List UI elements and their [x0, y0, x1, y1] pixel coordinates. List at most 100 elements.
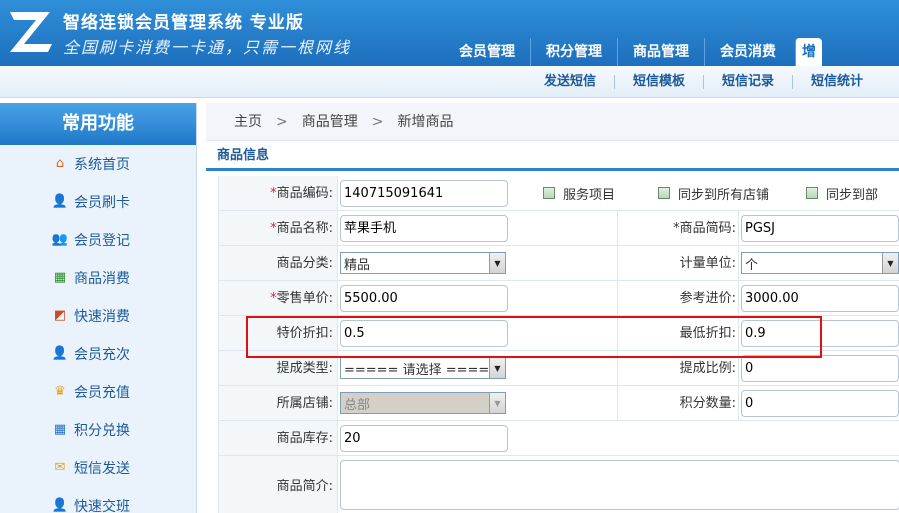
stock-input[interactable]: 20	[340, 424, 508, 452]
subnav-sms-template[interactable]: 短信模板	[613, 75, 703, 89]
sidebar-item-label: 快速消费	[74, 309, 130, 325]
sidebar-item-quick-consume[interactable]: ◩ 快速消费	[0, 297, 196, 335]
sync-all-stores-checkbox[interactable]: 同步到所有店铺	[658, 184, 769, 203]
subnav-send-sms[interactable]: 发送短信	[526, 75, 614, 89]
points-input[interactable]: 0	[741, 389, 899, 417]
product-form: *商品编码: 140715091641 服务项目 同步到所有店铺 同步到部 *商…	[218, 176, 899, 513]
commission-ratio-cell: 0	[738, 351, 899, 385]
stock-label: 商品库存:	[218, 421, 338, 455]
subnav-sms-records[interactable]: 短信记录	[702, 75, 792, 89]
member-recharge-icon: 👤	[51, 346, 69, 361]
sidebar-item-quick-shift[interactable]: 👤 快速交班	[0, 487, 196, 513]
form-row: *零售单价: 5500.00 参考进价: 3000.00	[218, 281, 899, 316]
form-row: 商品简介:	[218, 456, 899, 513]
tab-product-management[interactable]: 商品管理	[617, 38, 704, 66]
category-cell: 精品 ▼	[338, 246, 618, 280]
commission-type-cell: ===== 请选择 ===== ▼	[338, 351, 618, 385]
chart-icon: ◩	[53, 308, 67, 323]
tab-member-management[interactable]: 会员管理	[444, 38, 530, 66]
commission-ratio-label: 提成比例:	[679, 361, 736, 376]
form-row: *商品编码: 140715091641 服务项目 同步到所有店铺 同步到部	[218, 176, 899, 211]
min-discount-label: 最低折扣:	[679, 326, 736, 341]
store-select: 总部 ▼	[340, 392, 506, 414]
top-nav: 会员管理 积分管理 商品管理 会员消费 增	[444, 38, 822, 66]
breadcrumb-home[interactable]: 主页	[234, 114, 262, 130]
tab-value-added[interactable]: 增	[795, 38, 822, 66]
chevron-down-icon: ▼	[489, 253, 505, 273]
retail-price-input[interactable]: 5500.00	[340, 284, 508, 312]
retail-price-label: *零售单价:	[218, 281, 338, 315]
unit-select[interactable]: 个 ▼	[741, 252, 899, 274]
sidebar-item-label: 商品消费	[74, 271, 130, 287]
product-name-input[interactable]: 苹果手机	[340, 214, 508, 242]
user-shift-icon: 👤	[51, 498, 69, 513]
form-row: 商品库存: 20	[218, 421, 899, 456]
service-item-checkbox[interactable]: 服务项目	[543, 184, 615, 203]
points-label: 积分数量:	[679, 396, 736, 411]
product-abbr-input[interactable]: PGSJ	[741, 214, 899, 242]
sidebar-item-label: 积分兑换	[74, 423, 130, 439]
sidebar-item-member-recharge-times[interactable]: 👤 会员充次	[0, 335, 196, 373]
chevron-right-icon: >	[276, 114, 288, 130]
breadcrumb-product-management[interactable]: 商品管理	[302, 114, 358, 130]
retail-cell: 5500.00	[338, 281, 618, 315]
sidebar-item-member-register[interactable]: 👥 会员登记	[0, 221, 196, 259]
special-discount-input[interactable]: 0.5	[340, 319, 508, 347]
unit-cell: 个 ▼	[738, 246, 899, 280]
checkbox-icon	[543, 187, 555, 199]
breadcrumb: 主页 > 商品管理 > 新增商品	[206, 103, 899, 141]
min-discount-cell: 0.9	[738, 316, 899, 350]
tab-member-consumption[interactable]: 会员消费	[704, 38, 791, 66]
category-select[interactable]: 精品 ▼	[340, 252, 506, 274]
sidebar-item-label: 会员充值	[74, 385, 130, 401]
sidebar-item-sms-send[interactable]: ✉ 短信发送	[0, 449, 196, 487]
sidebar-item-home[interactable]: ⌂ 系统首页	[0, 145, 196, 183]
store-label: 所属店铺:	[218, 386, 338, 420]
sidebar-item-label: 快速交班	[74, 499, 130, 513]
sidebar-item-product-consume[interactable]: ▦ 商品消费	[0, 259, 196, 297]
special-discount-cell: 0.5	[338, 316, 618, 350]
ref-price-cell: 3000.00	[738, 281, 899, 315]
commission-type-select[interactable]: ===== 请选择 ===== ▼	[340, 357, 506, 379]
form-row: 所属店铺: 总部 ▼ 积分数量: 0	[218, 386, 899, 421]
ref-price-input[interactable]: 3000.00	[741, 284, 899, 312]
sidebar-item-member-card[interactable]: 👤 会员刷卡	[0, 183, 196, 221]
name-label: *商品名称:	[218, 211, 338, 245]
section-title: 商品信息	[206, 141, 899, 171]
sidebar-item-label: 会员充次	[74, 347, 130, 363]
chevron-down-icon: ▼	[489, 393, 505, 413]
app-title: 智络连锁会员管理系统 专业版	[63, 13, 304, 33]
logo-icon	[10, 12, 52, 52]
product-code-input[interactable]: 140715091641	[340, 179, 508, 207]
store-cell: 总部 ▼	[338, 386, 618, 420]
sidebar-item-label: 会员登记	[74, 233, 130, 249]
subnav-sms-stats[interactable]: 短信统计	[791, 75, 881, 89]
sidebar-item-label: 短信发送	[74, 461, 130, 477]
unit-label: 计量单位:	[679, 256, 736, 271]
checkbox-icon	[658, 187, 671, 199]
form-row: 特价折扣: 0.5 最低折扣: 0.9	[218, 316, 899, 351]
form-row: *商品名称: 苹果手机 *商品简码: PGSJ	[218, 211, 899, 246]
sidebar-item-points-exchange[interactable]: ▦ 积分兑换	[0, 411, 196, 449]
envelope-icon: ✉	[54, 460, 66, 475]
special-discount-label: 特价折扣:	[218, 316, 338, 350]
member-card-icon: 👤	[51, 194, 69, 209]
form-row: 商品分类: 精品 ▼ 计量单位: 个 ▼	[218, 246, 899, 281]
chevron-down-icon: ▼	[489, 358, 505, 378]
sidebar-item-label: 会员刷卡	[74, 195, 130, 211]
tab-points-management[interactable]: 积分管理	[530, 38, 617, 66]
min-discount-input[interactable]: 0.9	[741, 319, 899, 347]
checkbox-icon	[806, 187, 819, 199]
breadcrumb-current: 新增商品	[397, 114, 454, 130]
intro-cell	[338, 456, 899, 513]
chevron-down-icon: ▼	[882, 253, 898, 273]
product-intro-textarea[interactable]	[340, 460, 899, 510]
commission-type-label: 提成类型:	[218, 351, 338, 385]
app-header: 智络连锁会员管理系统 专业版 全国刷卡消费一卡通，只需一根网线 会员管理 积分管…	[0, 0, 899, 66]
commission-ratio-input[interactable]: 0	[741, 354, 899, 382]
chevron-right-icon: >	[371, 114, 384, 130]
sub-nav: 发送短信 短信模板 短信记录 短信统计	[0, 66, 899, 98]
sync-partial-stores-checkbox[interactable]: 同步到部	[806, 184, 878, 203]
category-label: 商品分类:	[218, 246, 338, 280]
sidebar-item-member-topup[interactable]: ♛ 会员充值	[0, 373, 196, 411]
